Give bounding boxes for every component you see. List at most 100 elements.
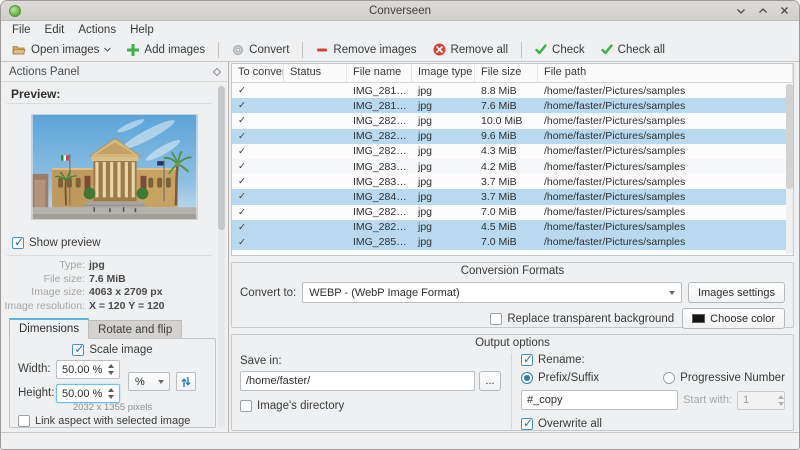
table-row[interactable]: ✓ IMG_2815.jpg jpg 7.6 MiB/home/faster/Pict…	[232, 98, 793, 114]
menu-actions[interactable]: Actions	[71, 23, 123, 37]
check-all-button[interactable]: Check all	[594, 42, 672, 58]
open-images-button[interactable]: Open images	[5, 42, 118, 58]
resolution-value: X = 120 Y = 120	[89, 299, 165, 312]
spin-arrows[interactable]	[105, 388, 119, 399]
toolbar-separator	[218, 41, 220, 58]
table-row[interactable]: ✓ IMG_2835.jpg jpg 3.7 MiB/home/faster/Pict…	[232, 174, 793, 190]
chevron-down-icon	[668, 290, 675, 295]
column-header[interactable]: File size	[475, 64, 538, 82]
title-bar[interactable]: Converseen	[1, 1, 799, 21]
green-check-all-icon	[600, 44, 613, 55]
table-row[interactable]: ✓ IMG_2826.jpg jpg 7.0 MiB/home/faster/Pict…	[232, 204, 793, 220]
row-filetype: jpg	[418, 160, 433, 173]
output-options-section: Output options Save in: ... Image's dire…	[231, 334, 794, 431]
browse-button[interactable]: ...	[479, 371, 501, 391]
table-row[interactable]: ✓ IMG_2849.jpg jpg 3.7 MiB/home/faster/Pict…	[232, 189, 793, 205]
row-filesize: 8.8 MiB	[481, 84, 517, 97]
add-images-button[interactable]: Add images	[120, 42, 212, 58]
dock-float-icon[interactable]	[212, 67, 222, 76]
width-input[interactable]	[57, 363, 105, 376]
tab-dimensions[interactable]: Dimensions	[9, 318, 90, 339]
column-header[interactable]: Status	[284, 64, 347, 82]
prefix-suffix-radio[interactable]: Prefix/Suffix	[521, 372, 663, 384]
images-directory-checkbox[interactable]: Image's directory	[240, 400, 501, 412]
reset-dimensions-button[interactable]	[176, 372, 196, 391]
menu-bar: File Edit Actions Help	[1, 21, 799, 38]
row-filesize: 7.6 MiB	[481, 99, 517, 112]
images-settings-button[interactable]: Images settings	[687, 282, 785, 303]
images-directory-label: Image's directory	[257, 400, 345, 412]
progressive-number-radio[interactable]: Progressive Number	[663, 372, 785, 384]
preview-image	[31, 114, 198, 220]
rename-checkbox[interactable]: Rename:	[521, 352, 785, 366]
spin-arrows[interactable]	[105, 364, 119, 375]
window-title: Converseen	[368, 4, 431, 17]
row-filetype: jpg	[418, 221, 433, 234]
convert-to-label: Convert to:	[240, 286, 297, 299]
convert-button[interactable]: Convert	[225, 42, 296, 58]
overwrite-all-checkbox[interactable]: Overwrite all	[521, 416, 785, 430]
replace-background-checkbox[interactable]: Replace transparent background	[490, 312, 674, 325]
row-filepath: /home/faster/Pictures/samples	[544, 145, 686, 158]
remove-images-button[interactable]: Remove images	[309, 42, 423, 58]
maximize-button[interactable]	[758, 7, 768, 15]
width-spinbox[interactable]	[56, 360, 120, 379]
actions-panel-header[interactable]: Actions Panel	[1, 62, 228, 82]
row-filename: IMG_2828.jpg	[353, 145, 412, 158]
close-button[interactable]	[780, 6, 789, 15]
row-check: ✓	[238, 206, 246, 218]
row-check: ✓	[238, 176, 246, 188]
menu-help[interactable]: Help	[123, 23, 161, 37]
row-filename: IMG_2815.jpg	[353, 99, 412, 112]
table-row[interactable]: ✓ IMG_2828.jpg jpg 4.3 MiB/home/faster/Pict…	[232, 143, 793, 159]
format-select[interactable]: WEBP - (WebP Image Format)	[302, 282, 682, 303]
panel-scrollbar[interactable]	[218, 86, 225, 428]
choose-color-button[interactable]: Choose color	[682, 308, 785, 329]
table-row[interactable]: ✓ IMG_2854-2.j... jpg 7.0 MiB/home/faster/P…	[232, 234, 793, 251]
rename-pattern-input[interactable]	[521, 390, 679, 410]
table-row[interactable]: ✓ IMG_2832.jpg jpg 4.2 MiB/home/faster/Pict…	[232, 158, 793, 175]
row-filesize: 10.0 MiB	[481, 114, 523, 127]
menu-edit[interactable]: Edit	[38, 23, 72, 37]
prefix-suffix-label: Prefix/Suffix	[538, 372, 600, 384]
column-header[interactable]: File name	[347, 64, 412, 82]
height-spinbox[interactable]	[56, 384, 120, 403]
show-preview-checkbox[interactable]: Show preview	[12, 235, 101, 249]
column-header[interactable]: Image type	[412, 64, 475, 82]
choose-color-label: Choose color	[710, 312, 775, 325]
table-row[interactable]: ✓ IMG_2816.jpg jpg 8.8 MiB/home/faster/Pict…	[232, 83, 793, 99]
row-filetype: jpg	[418, 190, 433, 203]
row-check: ✓	[238, 145, 246, 157]
row-filetype: jpg	[418, 84, 433, 97]
red-minus-icon	[317, 48, 328, 51]
green-check-icon	[535, 44, 547, 55]
chevron-down-icon	[104, 47, 112, 52]
conversion-title: Conversion Formats	[460, 265, 565, 277]
link-aspect-checkbox[interactable]: Link aspect with selected image	[18, 415, 190, 427]
toolbar: Open images Add images Convert Remove im…	[1, 38, 799, 62]
table-row[interactable]: ✓ IMG_2821.jpg jpg 9.6 MiB/home/faster/Pict…	[232, 128, 793, 144]
convert-gear-icon	[233, 44, 244, 55]
column-header[interactable]: File path	[538, 64, 793, 82]
minimize-button[interactable]	[736, 7, 746, 15]
scale-image-checkbox[interactable]: Scale image	[72, 342, 153, 356]
column-header[interactable]: To convert	[232, 64, 284, 82]
tab-rotate-flip[interactable]: Rotate and flip	[89, 320, 183, 339]
row-filetype: jpg	[418, 206, 433, 219]
unit-combo[interactable]: %	[128, 372, 170, 391]
actions-panel: Actions Panel Preview: ✓ Show preview Ty…	[1, 62, 229, 432]
table-row[interactable]: ✓ IMG_2826-M... jpg 4.5 MiB/home/faster/Pic…	[232, 219, 793, 235]
row-filename: IMG_2826.jpg	[353, 206, 412, 219]
save-in-input[interactable]	[240, 371, 475, 391]
table-scrollbar[interactable]	[786, 84, 793, 254]
check-button[interactable]: Check	[528, 42, 592, 58]
actions-panel-title: Actions Panel	[9, 65, 80, 78]
remove-all-button[interactable]: Remove all	[426, 41, 516, 58]
menu-file[interactable]: File	[5, 23, 38, 37]
height-input[interactable]	[57, 387, 105, 400]
start-with-spinbox	[737, 390, 785, 410]
row-filesize: 3.7 MiB	[481, 175, 517, 188]
table-row[interactable]: ✓ IMG_2820.jpg jpg 10.0 MiB/home/faster/Pic…	[232, 113, 793, 129]
preview-label: Preview:	[11, 87, 61, 101]
table-header: To convert Status File name Image type File …	[232, 64, 793, 83]
